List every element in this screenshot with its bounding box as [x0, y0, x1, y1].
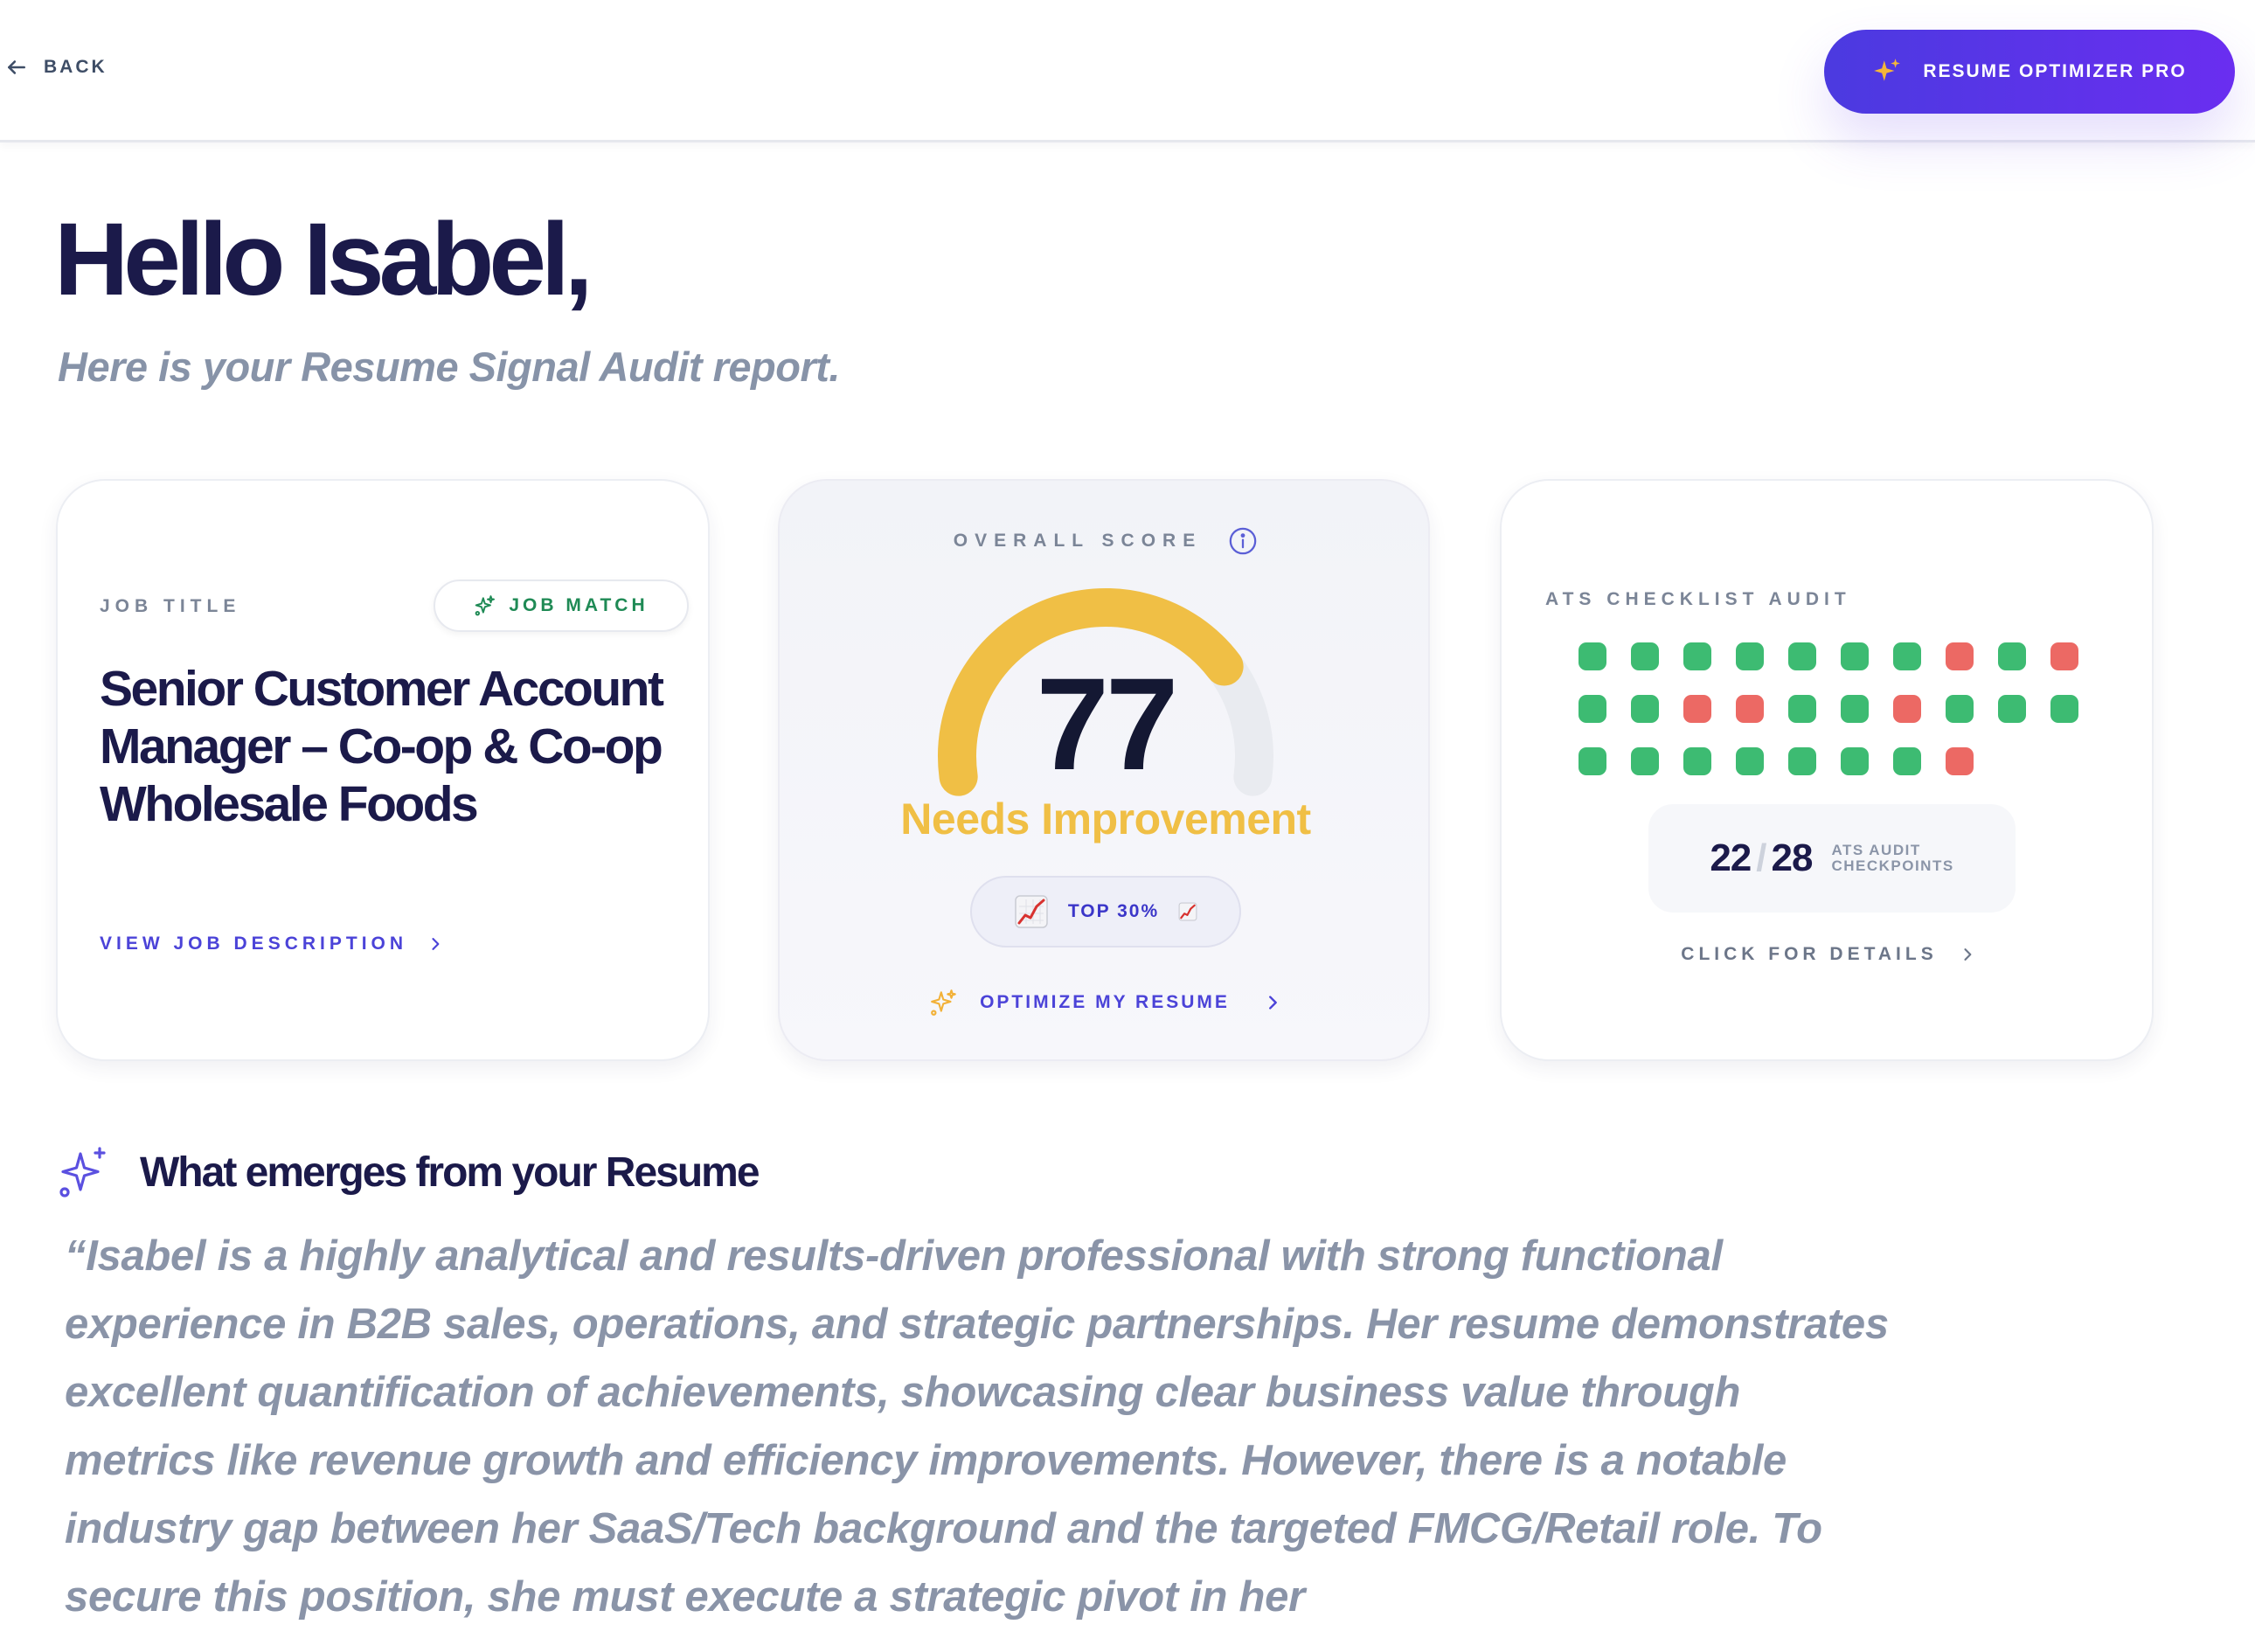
score-status: Needs Improvement [900, 795, 1311, 843]
ats-checkpoint-passed [1893, 642, 1921, 670]
overall-score-header: OVERALL SCORE [780, 526, 1432, 556]
ats-checkpoint-passed [1893, 747, 1921, 775]
ats-checkpoint-passed [1841, 642, 1869, 670]
back-button[interactable]: BACK [5, 56, 108, 79]
chart-increasing-small-icon [1178, 902, 1197, 921]
ats-checkpoint-failed [1683, 695, 1711, 723]
ats-checklist-card[interactable]: ATS CHECKLIST AUDIT 22/28 ATS AUDIT CHEC… [1500, 479, 2154, 1061]
ats-checkpoint-failed [1946, 642, 1974, 670]
ats-summary-box: 22/28 ATS AUDIT CHECKPOINTS [1648, 804, 2016, 913]
arrow-left-icon [8, 60, 25, 74]
job-title-card: JOB TITLE JOB MATCH Senior Customer Acco… [56, 479, 710, 1061]
job-match-badge[interactable]: JOB MATCH [434, 580, 689, 632]
ats-checkpoint-passed [1578, 695, 1606, 723]
pro-button-label: RESUME OPTIMIZER PRO [1923, 61, 2187, 81]
ats-checkpoint-failed [1946, 747, 1974, 775]
ats-checkpoint-passed [1841, 695, 1869, 723]
ats-checkpoint-passed [1736, 642, 1764, 670]
ats-checkpoint-passed [2050, 695, 2078, 723]
rank-pill[interactable]: TOP 30% [970, 876, 1241, 947]
chevron-right-icon [1964, 948, 1972, 961]
ats-checkpoint-failed [1736, 695, 1764, 723]
ats-checklist-label: ATS CHECKLIST AUDIT [1545, 589, 1851, 609]
ats-caption-line2: CHECKPOINTS [1831, 857, 1954, 874]
ats-checkpoint-failed [2050, 642, 2078, 670]
ats-checkpoint-grid [1578, 642, 2078, 775]
info-icon[interactable] [1228, 526, 1258, 556]
ats-count: 22/28 [1710, 836, 1814, 880]
chevron-right-icon [1268, 996, 1277, 1010]
ats-passed-count: 22 [1710, 836, 1752, 879]
resume-summary-text: “Isabel is a highly analytical and resul… [65, 1232, 1889, 1621]
sparkle-icon [475, 595, 496, 616]
chevron-right-icon [432, 938, 440, 950]
ats-checkpoint-passed [1736, 747, 1764, 775]
ats-checkpoint-passed [1841, 747, 1869, 775]
click-for-details-link[interactable]: CLICK FOR DETAILS [1502, 944, 2155, 965]
job-match-label: JOB MATCH [509, 595, 649, 615]
greeting-heading: Hello Isabel, [54, 202, 593, 317]
job-title-text: Senior Customer Account Manager – Co-op … [100, 661, 664, 832]
score-value: 77 [1036, 650, 1179, 797]
ats-checkpoint-passed [1578, 747, 1606, 775]
overall-score-card: OVERALL SCORE 77 Needs Improvement TOP 3… [778, 479, 1430, 1061]
optimize-resume-link[interactable]: OPTIMIZE MY RESUME [780, 988, 1432, 1017]
view-job-description-link[interactable]: VIEW JOB DESCRIPTION [100, 934, 444, 954]
ats-checkpoint-passed [1788, 695, 1816, 723]
report-subtitle: Here is your Resume Signal Audit report. [58, 344, 840, 390]
ats-checkpoint-passed [1631, 695, 1659, 723]
ats-caption: ATS AUDIT CHECKPOINTS [1831, 843, 1953, 874]
sparkles-icon [59, 1147, 106, 1197]
rank-pill-label: TOP 30% [1067, 901, 1160, 921]
ats-checkpoint-passed [1946, 695, 1974, 723]
view-job-description-label: VIEW JOB DESCRIPTION [100, 934, 408, 954]
job-title-label: JOB TITLE [100, 596, 241, 616]
ats-checkpoint-passed [1631, 747, 1659, 775]
ats-checkpoint-passed [1998, 695, 2026, 723]
ats-checkpoint-passed [1578, 642, 1606, 670]
sparkle-icon [931, 989, 956, 1016]
click-for-details-label: CLICK FOR DETAILS [1681, 944, 1938, 964]
section-title: What emerges from your Resume [140, 1149, 760, 1196]
ats-checkpoint-passed [1631, 642, 1659, 670]
back-label: BACK [44, 57, 108, 77]
ats-checkpoint-passed [1683, 747, 1711, 775]
ats-checkpoint-passed [1788, 747, 1816, 775]
top-bar: BACK RESUME OPTIMIZER PRO [0, 0, 2255, 142]
optimize-resume-label: OPTIMIZE MY RESUME [980, 992, 1230, 1012]
sparkle-icon [1874, 59, 1901, 81]
ats-checkpoint-passed [1788, 642, 1816, 670]
ats-checkpoint-failed [1893, 695, 1921, 723]
ats-total-count: 28 [1771, 836, 1814, 879]
ats-checkpoint-passed [1998, 642, 2026, 670]
overall-score-label: OVERALL SCORE [953, 531, 1203, 551]
chart-increasing-icon [1015, 895, 1048, 928]
ats-count-divider: / [1756, 836, 1766, 879]
resume-optimizer-pro-button[interactable]: RESUME OPTIMIZER PRO [1824, 30, 2235, 114]
ats-caption-line1: ATS AUDIT [1831, 842, 1921, 858]
ats-checkpoint-passed [1683, 642, 1711, 670]
